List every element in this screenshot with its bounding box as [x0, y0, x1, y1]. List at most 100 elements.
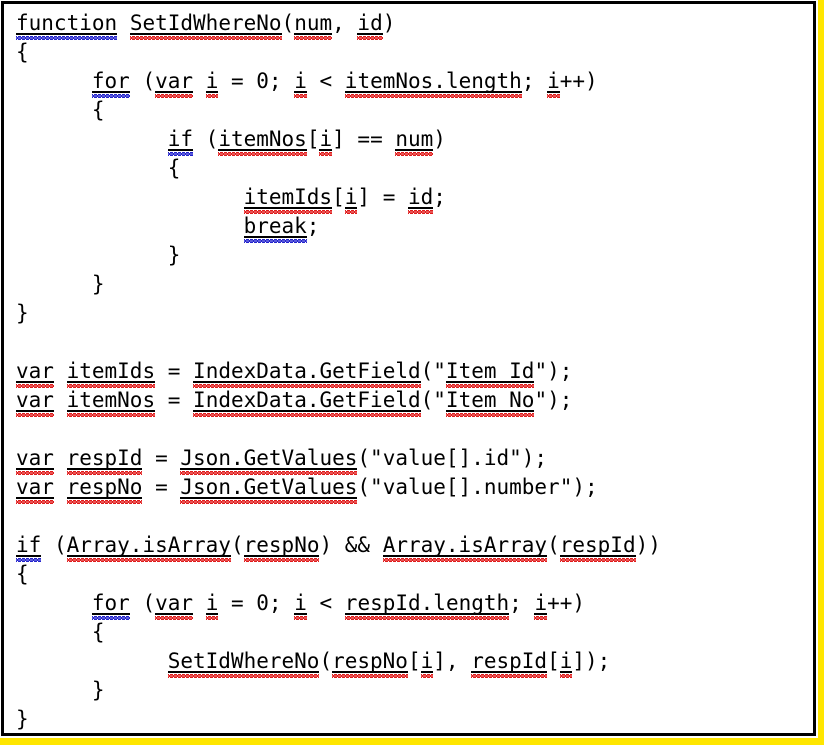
code-snippet-panel[interactable]: function SetIdWhereNo(num, id){ for (var…: [1, 1, 816, 736]
code-line[interactable]: }: [16, 705, 813, 733]
code-line[interactable]: [16, 502, 813, 531]
code-line[interactable]: var itemNos = IndexData.GetField("Item_N…: [16, 386, 813, 415]
code-token-marked: num: [294, 11, 333, 35]
code-token: ],: [433, 649, 472, 673]
code-line[interactable]: }: [16, 241, 813, 270]
code-token: ): [433, 127, 446, 151]
code-token-marked: i: [420, 649, 434, 673]
code-line[interactable]: }: [16, 270, 813, 299]
code-line[interactable]: [16, 328, 813, 357]
code-token-marked: var: [16, 359, 54, 383]
code-token: (: [41, 533, 67, 557]
code-token-marked: Item_No: [445, 388, 535, 412]
code-token-marked: Array.isArray: [66, 533, 231, 557]
code-token: {: [16, 562, 29, 586]
code-line[interactable]: [16, 415, 813, 444]
code-token-marked: Item_Id: [445, 359, 535, 383]
code-token-marked: i: [319, 127, 333, 151]
code-token-marked: i: [559, 649, 573, 673]
screenshot-root: function SetIdWhereNo(num, id){ for (var…: [0, 0, 824, 745]
code-token-marked: respNo: [66, 475, 143, 499]
code-token-marked: var: [16, 446, 54, 470]
code-token-marked: IndexData.GetField: [193, 388, 421, 412]
code-token: ] =: [357, 185, 408, 209]
code-line[interactable]: SetIdWhereNo(respNo[i], respId[i]);: [16, 647, 813, 676]
code-token-marked: itemNos: [218, 127, 307, 151]
code-token-marked: itemNos.length: [344, 69, 522, 93]
code-token-marked: var: [16, 475, 54, 499]
code-token-marked: for: [91, 591, 130, 615]
code-line[interactable]: {: [16, 154, 813, 183]
code-token-marked: if: [16, 533, 42, 557]
code-token: ("value[].id");: [357, 446, 548, 470]
code-token: {: [91, 98, 105, 122]
code-token: =: [155, 359, 194, 383]
code-line[interactable]: var respNo = Json.GetValues("value[].num…: [16, 473, 813, 502]
code-token: (: [547, 533, 560, 557]
code-token: [: [407, 649, 421, 673]
code-token-marked: i: [547, 69, 560, 93]
code-token: <: [306, 591, 345, 615]
code-line[interactable]: break;: [16, 212, 813, 241]
code-line[interactable]: {: [16, 96, 813, 125]
highlight-strip-right: [818, 0, 824, 745]
code-line[interactable]: {: [16, 618, 813, 647]
code-line[interactable]: }: [16, 676, 813, 705]
code-token: =: [155, 388, 194, 412]
code-token-marked: respId.length: [344, 591, 510, 615]
code-token: }: [91, 678, 105, 702]
code-token-marked: respId: [66, 446, 143, 470]
code-token: (: [129, 69, 156, 93]
code-line[interactable]: for (var i = 0; i < itemNos.length; i++): [16, 67, 813, 96]
code-line[interactable]: }: [16, 299, 813, 328]
code-token: }: [16, 707, 29, 731]
code-line[interactable]: if (itemNos[i] == num): [16, 125, 813, 154]
code-token: (: [129, 591, 156, 615]
code-line[interactable]: var itemIds = IndexData.GetField("Item_I…: [16, 357, 813, 386]
code-token: {: [91, 620, 105, 644]
code-token-marked: id: [407, 185, 434, 209]
code-editor-area[interactable]: function SetIdWhereNo(num, id){ for (var…: [16, 9, 813, 733]
code-token-marked: var: [155, 69, 194, 93]
code-token: (: [281, 11, 295, 35]
code-line[interactable]: var respId = Json.GetValues("value[].id"…: [16, 444, 813, 473]
code-token-marked: id: [357, 11, 383, 35]
code-token-marked: var: [155, 591, 194, 615]
code-line[interactable]: itemIds[i] = id;: [16, 183, 813, 212]
highlight-strip-bottom: [0, 738, 824, 745]
code-token: )): [635, 533, 661, 557]
code-token: }: [16, 301, 29, 325]
code-token-marked: var: [16, 388, 54, 412]
code-token: ;: [509, 591, 535, 615]
code-token-marked: SetIdWhereNo: [129, 11, 282, 35]
code-token: [: [547, 649, 560, 673]
code-line[interactable]: {: [16, 38, 813, 67]
code-token-marked: Json.GetValues: [180, 475, 358, 499]
code-token: =: [142, 475, 181, 499]
code-line[interactable]: for (var i = 0; i < respId.length; i++): [16, 589, 813, 618]
code-line[interactable]: if (Array.isArray(respNo) && Array.isArr…: [16, 531, 813, 560]
code-token-marked: Array.isArray: [382, 533, 548, 557]
code-token: ]);: [572, 649, 611, 673]
code-line[interactable]: function SetIdWhereNo(num, id): [16, 9, 813, 38]
code-token: <: [306, 69, 345, 93]
code-token: ");: [534, 388, 573, 412]
code-token-marked: Json.GetValues: [180, 446, 358, 470]
code-token: (: [193, 127, 219, 151]
code-token: ;: [521, 69, 548, 93]
code-token: (: [230, 533, 244, 557]
code-token-marked: for: [91, 69, 130, 93]
code-line[interactable]: {: [16, 560, 813, 589]
